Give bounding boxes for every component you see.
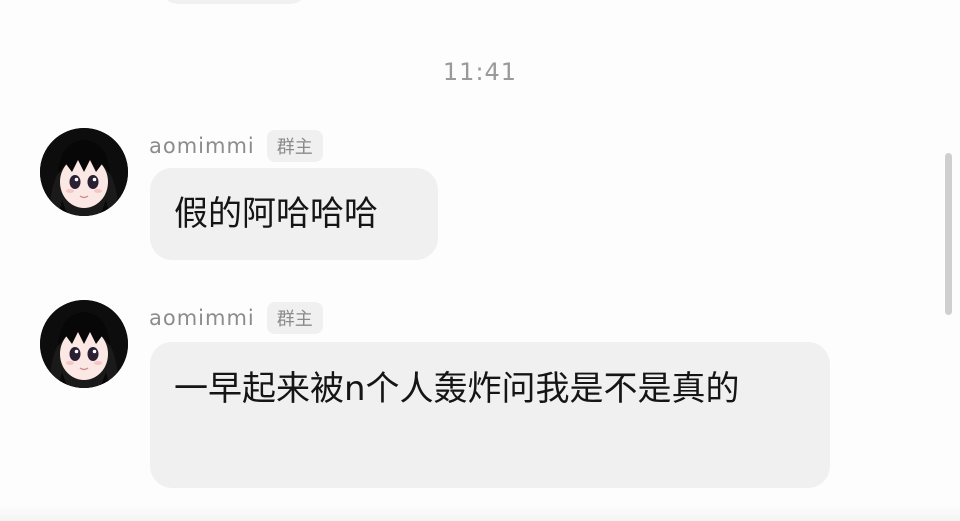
group-owner-badge: 群主: [266, 130, 323, 162]
group-owner-badge: 群主: [266, 302, 323, 334]
anime-girl-avatar-icon: [40, 128, 128, 216]
sender-name[interactable]: aomimmi: [149, 134, 255, 158]
scrollbar-thumb[interactable]: [945, 153, 952, 315]
anime-girl-avatar-icon: [40, 300, 128, 388]
sender-avatar[interactable]: [40, 300, 128, 388]
message-bubble[interactable]: 假的阿哈哈哈: [150, 168, 438, 260]
sender-row: aomimmi 群主: [149, 130, 323, 162]
chat-window: 11:41 aomimmi 群主 假的阿哈哈哈 aomimmi 群主 一早起来被…: [0, 0, 960, 521]
bottom-edge: [0, 505, 960, 521]
previous-message-bubble[interactable]: [160, 0, 308, 4]
message-timestamp: 11:41: [442, 58, 518, 86]
sender-row: aomimmi 群主: [149, 302, 323, 334]
message-bubble[interactable]: 一早起来被n个人轰炸问我是不是真的: [150, 342, 830, 488]
sender-name[interactable]: aomimmi: [149, 306, 255, 330]
sender-avatar[interactable]: [40, 128, 128, 216]
